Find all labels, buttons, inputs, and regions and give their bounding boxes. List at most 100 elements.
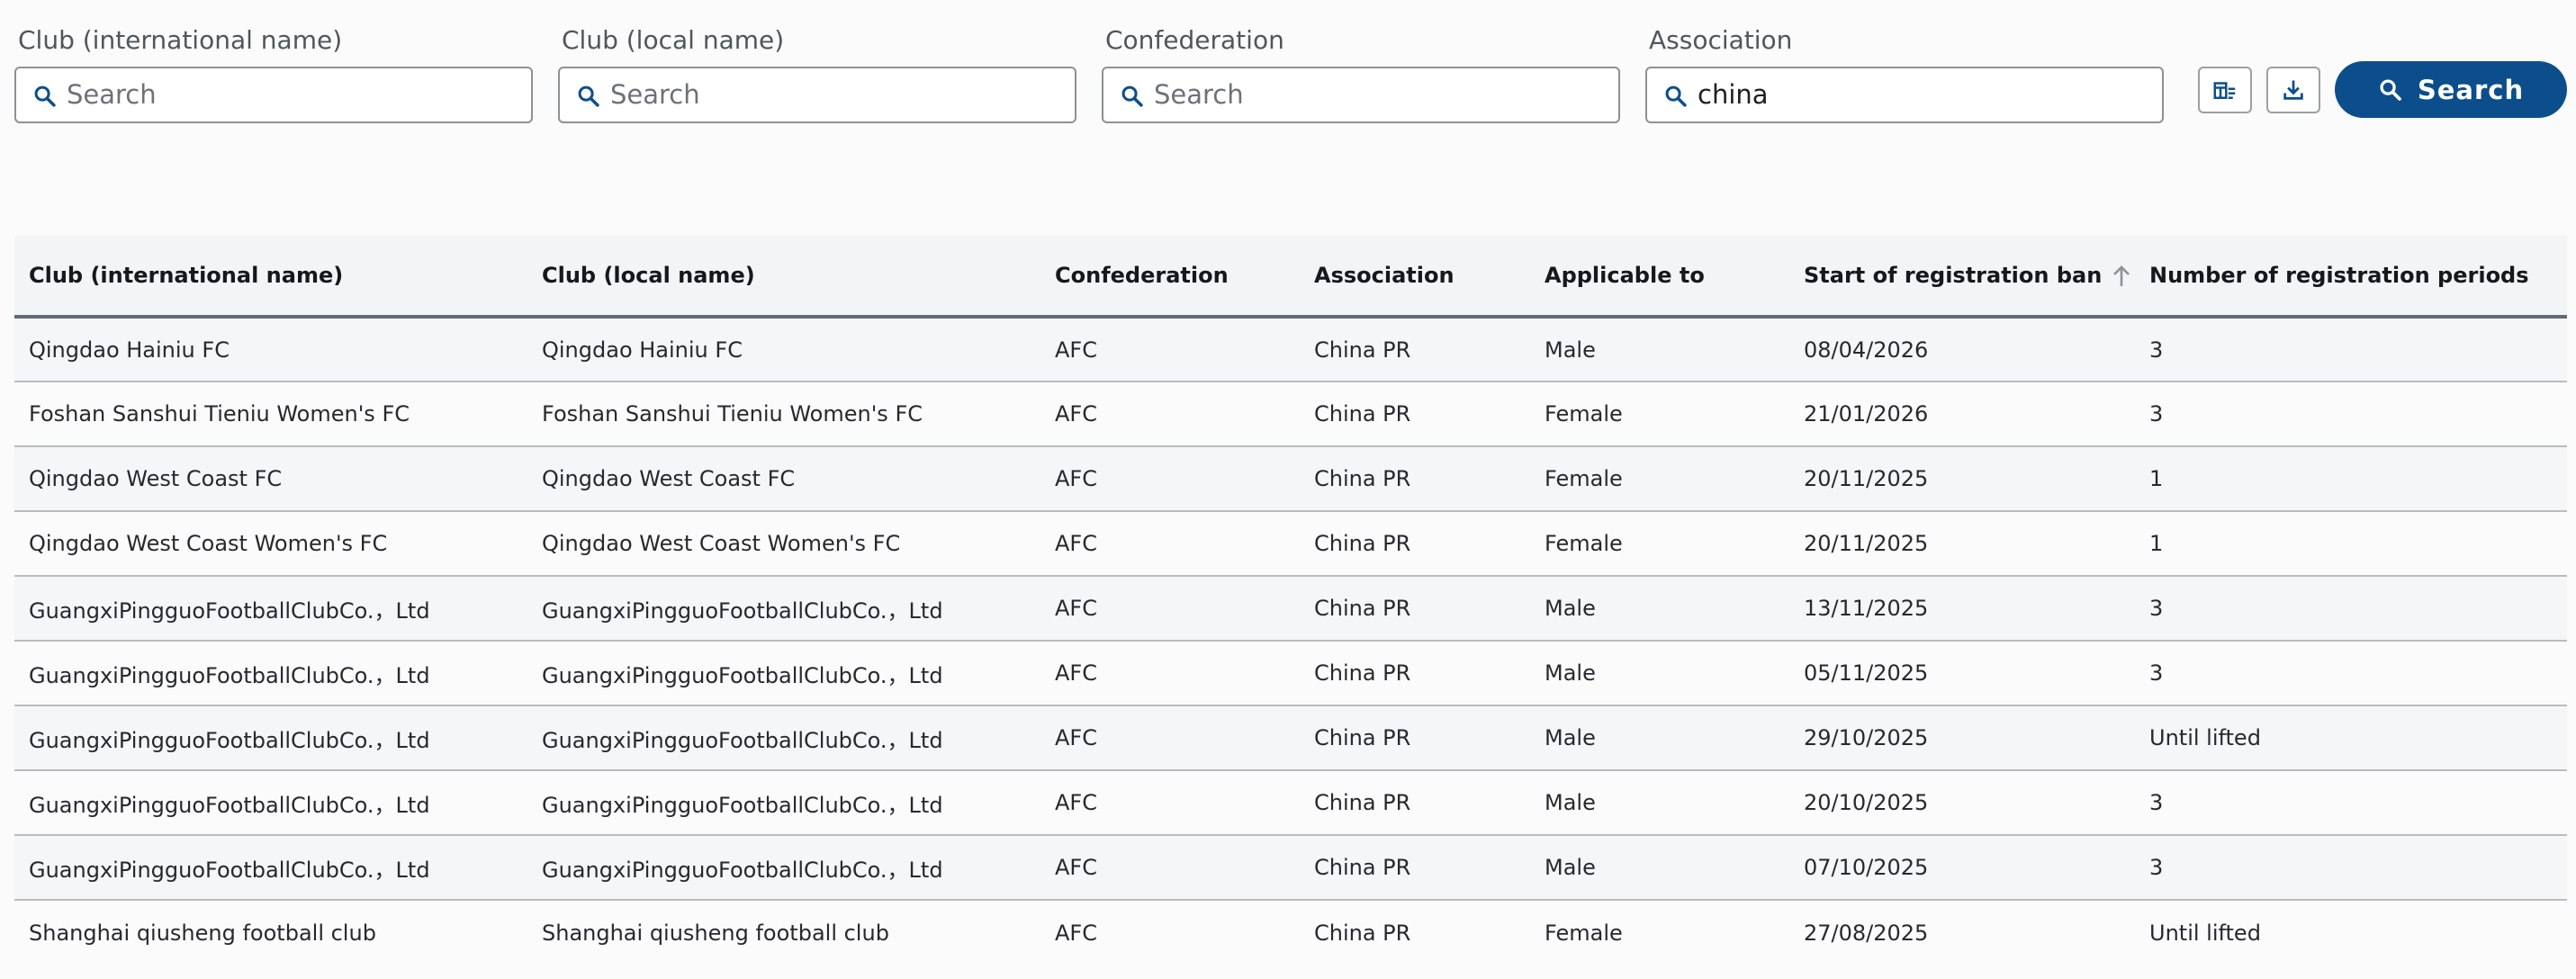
association-cell: China PR — [1314, 920, 1411, 946]
registration-periods-cell: 3 — [2149, 596, 2164, 621]
club-local-cell: GuangxiPingguoFootballClubCo.，Ltd — [542, 857, 943, 883]
confederation-cell: AFC — [1055, 401, 1097, 427]
filter-label: Club (international name) — [18, 25, 343, 55]
club-international-cell: GuangxiPingguoFootballClubCo.，Ltd — [29, 857, 430, 883]
search-icon — [1665, 85, 1687, 107]
table-row[interactable]: GuangxiPingguoFootballClubCo.，Ltd Guangxi… — [14, 835, 2567, 900]
ban-start-cell: 20/11/2025 — [1804, 531, 1929, 556]
table-row[interactable]: Qingdao West Coast Women's FC Qingdao Wes… — [14, 511, 2567, 576]
registration-periods-cell: 3 — [2149, 790, 2164, 815]
applicable-to-cell: Male — [1545, 790, 1596, 815]
applicable-to-cell: Male — [1545, 660, 1596, 686]
ban-start-cell: 05/11/2025 — [1804, 660, 1929, 686]
club-local-cell: GuangxiPingguoFootballClubCo.，Ltd — [542, 792, 943, 818]
download-button[interactable] — [2266, 67, 2320, 113]
confederation-cell: AFC — [1055, 920, 1097, 946]
club-local-cell: Shanghai qiusheng football club — [542, 920, 889, 946]
applicable-to-cell: Male — [1545, 596, 1596, 621]
registration-periods-cell: Until lifted — [2149, 725, 2261, 750]
club-local-search-field[interactable] — [558, 67, 1076, 123]
filter-label: Confederation — [1105, 25, 1284, 55]
search-icon — [2380, 78, 2401, 101]
confederation-cell: AFC — [1055, 531, 1097, 556]
association-cell: China PR — [1314, 337, 1411, 363]
registration-periods-cell: 1 — [2149, 466, 2164, 491]
table-row[interactable]: Foshan Sanshui Tieniu Women's FC Foshan S… — [14, 382, 2567, 446]
registration-periods-cell: 3 — [2149, 660, 2164, 686]
applicable-to-cell: Male — [1545, 337, 1596, 363]
club-local-cell: GuangxiPingguoFootballClubCo.，Ltd — [542, 727, 943, 753]
club-local-cell: Foshan Sanshui Tieniu Women's FC — [542, 401, 923, 427]
association-cell: China PR — [1314, 596, 1411, 621]
club-local-cell: Qingdao Hainiu FC — [542, 337, 743, 363]
club-international-cell: Foshan Sanshui Tieniu Women's FC — [29, 401, 410, 427]
ban-start-cell: 20/10/2025 — [1804, 790, 1929, 815]
search-button-label: Search — [2417, 74, 2525, 105]
search-icon — [1121, 85, 1143, 107]
club-international-search-field[interactable] — [14, 67, 533, 123]
column-header-association[interactable]: Association — [1300, 236, 1530, 317]
table-header-row: Club (international name) Club (local na… — [14, 236, 2567, 317]
association-cell: China PR — [1314, 401, 1411, 427]
ban-start-cell: 27/08/2025 — [1804, 920, 1929, 946]
clear-filters-button[interactable] — [2198, 67, 2252, 113]
association-cell: China PR — [1314, 725, 1411, 750]
association-cell: China PR — [1314, 660, 1411, 686]
club-local-cell: Qingdao West Coast Women's FC — [542, 531, 901, 556]
club-international-cell: GuangxiPingguoFootballClubCo.，Ltd — [29, 792, 430, 818]
ban-start-cell: 20/11/2025 — [1804, 466, 1929, 491]
confederation-cell: AFC — [1055, 660, 1097, 686]
confederation-cell: AFC — [1055, 855, 1097, 880]
club-international-cell: GuangxiPingguoFootballClubCo.，Ltd — [29, 597, 430, 624]
association-search-input[interactable] — [1698, 68, 2148, 121]
association-cell: China PR — [1314, 466, 1411, 491]
table-row[interactable]: Qingdao West Coast FC Qingdao West Coast … — [14, 446, 2567, 511]
search-icon — [34, 85, 56, 107]
club-local-cell: Qingdao West Coast FC — [542, 466, 796, 491]
column-header-label: Start of registration ban — [1804, 263, 2103, 288]
registration-periods-cell: 1 — [2149, 531, 2164, 556]
column-header-applicable-to[interactable]: Applicable to — [1530, 236, 1789, 317]
club-international-cell: Shanghai qiusheng football club — [29, 920, 376, 946]
club-local-cell: GuangxiPingguoFootballClubCo.，Ltd — [542, 597, 943, 624]
applicable-to-cell: Female — [1545, 920, 1623, 946]
applicable-to-cell: Male — [1545, 725, 1596, 750]
registration-periods-cell: Until lifted — [2149, 920, 2261, 946]
registration-periods-cell: 3 — [2149, 855, 2164, 880]
table-row[interactable]: Shanghai qiusheng football club Shanghai … — [14, 900, 2567, 965]
column-header-confederation[interactable]: Confederation — [1040, 236, 1300, 317]
confederation-cell: AFC — [1055, 596, 1097, 621]
filter-label: Association — [1649, 25, 1793, 55]
table-row[interactable]: GuangxiPingguoFootballClubCo.，Ltd Guangxi… — [14, 641, 2567, 705]
ban-start-cell: 29/10/2025 — [1804, 725, 1929, 750]
clear-filters-icon — [2213, 82, 2236, 99]
confederation-cell: AFC — [1055, 466, 1097, 491]
download-icon — [2283, 80, 2303, 100]
search-button[interactable]: Search — [2335, 61, 2567, 118]
column-header-start-of-ban[interactable]: Start of registration ban — [1789, 236, 2135, 317]
association-cell: China PR — [1314, 790, 1411, 815]
table-row[interactable]: Qingdao Hainiu FC Qingdao Hainiu FC AFC Chi… — [14, 317, 2567, 382]
association-search-field[interactable] — [1645, 67, 2164, 123]
club-international-search-input[interactable] — [67, 68, 517, 121]
confederation-cell: AFC — [1055, 790, 1097, 815]
table-row[interactable]: GuangxiPingguoFootballClubCo.，Ltd Guangxi… — [14, 576, 2567, 641]
column-header-club-local[interactable]: Club (local name) — [527, 236, 1040, 317]
column-header-registration-periods[interactable]: Number of registration periods — [2135, 236, 2567, 317]
club-international-cell: GuangxiPingguoFootballClubCo.，Ltd — [29, 662, 430, 688]
club-local-cell: GuangxiPingguoFootballClubCo.，Ltd — [542, 662, 943, 688]
ban-start-cell: 07/10/2025 — [1804, 855, 1929, 880]
search-icon — [578, 85, 599, 107]
column-header-club-international[interactable]: Club (international name) — [14, 236, 527, 317]
club-local-search-input[interactable] — [610, 68, 1060, 121]
confederation-search-input[interactable] — [1154, 68, 1604, 121]
confederation-search-field[interactable] — [1102, 67, 1620, 123]
ban-start-cell: 21/01/2026 — [1804, 401, 1929, 427]
club-international-cell: GuangxiPingguoFootballClubCo.，Ltd — [29, 727, 430, 753]
registration-bans-table: Club (international name) Club (local na… — [14, 236, 2567, 965]
table-row[interactable]: GuangxiPingguoFootballClubCo.，Ltd Guangxi… — [14, 770, 2567, 835]
registration-periods-cell: 3 — [2149, 401, 2164, 427]
table-row[interactable]: GuangxiPingguoFootballClubCo.，Ltd Guangxi… — [14, 705, 2567, 770]
registration-periods-cell: 3 — [2149, 337, 2164, 363]
applicable-to-cell: Female — [1545, 531, 1623, 556]
